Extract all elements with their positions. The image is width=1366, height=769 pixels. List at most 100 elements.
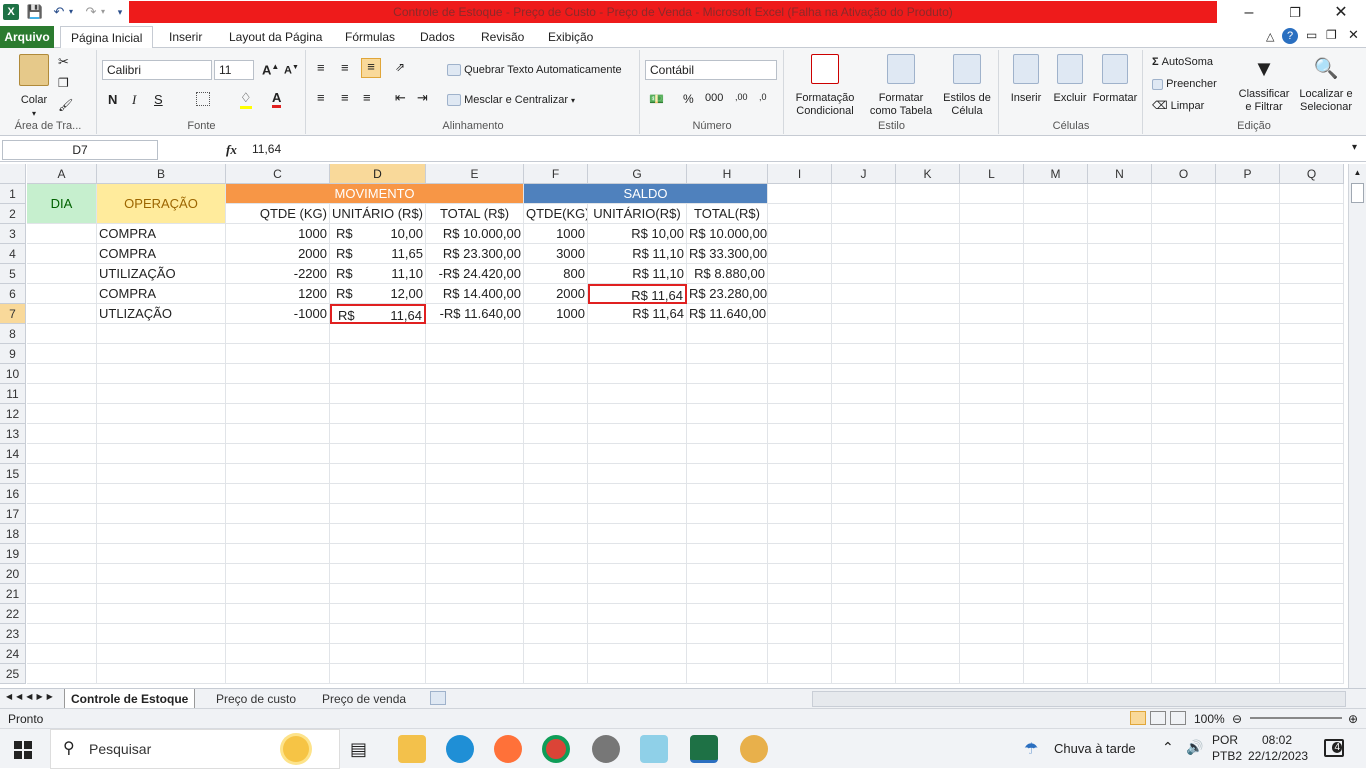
cell[interactable] — [226, 344, 330, 364]
page-break-view-icon[interactable] — [1170, 711, 1186, 725]
cell[interactable] — [27, 584, 97, 604]
copy-icon[interactable]: ❐ — [58, 76, 69, 90]
cell[interactable] — [1280, 444, 1344, 464]
cell[interactable] — [768, 464, 832, 484]
cell[interactable] — [1280, 244, 1344, 264]
operation-cell[interactable]: COMPRA — [97, 284, 226, 304]
cell[interactable] — [687, 604, 768, 624]
column-label[interactable]: QTDE (KG) — [226, 204, 330, 224]
cell[interactable] — [1152, 244, 1216, 264]
cell[interactable] — [1024, 264, 1088, 284]
cell[interactable] — [426, 644, 524, 664]
qtde-cell[interactable]: 2000 — [226, 244, 330, 264]
cell[interactable] — [1216, 664, 1280, 684]
cell[interactable] — [1280, 484, 1344, 504]
underline-button[interactable]: S — [154, 92, 163, 107]
cell[interactable] — [27, 384, 97, 404]
cell[interactable] — [1280, 344, 1344, 364]
cell[interactable] — [960, 444, 1024, 464]
cell[interactable] — [97, 664, 226, 684]
cell[interactable] — [960, 384, 1024, 404]
cell[interactable] — [832, 224, 896, 244]
fill-button[interactable]: Preencher — [1152, 74, 1217, 94]
cell[interactable] — [330, 404, 426, 424]
qtde-cell[interactable]: -1000 — [226, 304, 330, 324]
column-header-h[interactable]: H — [687, 164, 768, 184]
align-center-icon[interactable]: ≡ — [341, 90, 349, 105]
align-right-icon[interactable]: ≡ — [363, 90, 371, 105]
cell[interactable] — [1216, 644, 1280, 664]
cell[interactable] — [27, 424, 97, 444]
normal-view-icon[interactable] — [1130, 711, 1146, 725]
column-label[interactable]: TOTAL (R$) — [426, 204, 524, 224]
help-icon[interactable]: ? — [1282, 28, 1298, 44]
cell[interactable] — [1024, 644, 1088, 664]
cell[interactable] — [960, 324, 1024, 344]
shrink-font-icon[interactable]: A▼ — [284, 64, 299, 77]
tab-file[interactable]: Arquivo — [0, 26, 54, 48]
cell[interactable] — [960, 544, 1024, 564]
merge-center-button[interactable]: Mesclar e Centralizar ▾ — [447, 90, 575, 110]
cell[interactable] — [960, 364, 1024, 384]
taskbar-search[interactable]: ⚲ Pesquisar — [50, 729, 340, 769]
cell[interactable] — [97, 524, 226, 544]
operation-cell[interactable]: COMPRA — [97, 224, 226, 244]
cell[interactable] — [687, 504, 768, 524]
cell[interactable] — [1152, 364, 1216, 384]
cell[interactable] — [524, 424, 588, 444]
cell[interactable] — [896, 364, 960, 384]
cell[interactable] — [226, 564, 330, 584]
row-header-17[interactable]: 17 — [0, 504, 26, 524]
cell[interactable] — [1152, 204, 1216, 224]
cell[interactable] — [226, 544, 330, 564]
tab-data[interactable]: Dados — [410, 26, 465, 48]
cell[interactable] — [1088, 444, 1152, 464]
cell[interactable] — [832, 184, 896, 204]
cell[interactable] — [27, 364, 97, 384]
cell[interactable] — [1216, 244, 1280, 264]
column-header-g[interactable]: G — [588, 164, 687, 184]
total-cell[interactable]: -R$ 24.420,00 — [426, 264, 524, 284]
cell[interactable] — [832, 344, 896, 364]
cell[interactable] — [97, 444, 226, 464]
cell[interactable] — [1088, 504, 1152, 524]
decrease-indent-icon[interactable]: ⇤ — [395, 90, 406, 106]
cell[interactable] — [1088, 404, 1152, 424]
total-cell[interactable]: R$ 10.000,00 — [426, 224, 524, 244]
cell[interactable] — [768, 584, 832, 604]
column-header-m[interactable]: M — [1024, 164, 1088, 184]
sheet-tab-controle[interactable]: Controle de Estoque — [64, 689, 196, 709]
cell[interactable] — [426, 404, 524, 424]
column-header-a[interactable]: A — [27, 164, 97, 184]
cell[interactable] — [1152, 484, 1216, 504]
cell[interactable] — [896, 224, 960, 244]
cell[interactable] — [330, 664, 426, 684]
new-sheet-icon[interactable] — [430, 691, 446, 705]
cell[interactable] — [896, 324, 960, 344]
cell[interactable] — [1024, 524, 1088, 544]
column-label[interactable]: UNITÁRIO(R$) — [588, 204, 687, 224]
unit-cell[interactable]: R$ 12,00 — [330, 284, 426, 304]
row-header-6[interactable]: 6 — [0, 284, 26, 304]
cell[interactable] — [588, 664, 687, 684]
cell[interactable] — [1152, 444, 1216, 464]
column-header-f[interactable]: F — [524, 164, 588, 184]
cell[interactable] — [832, 564, 896, 584]
row-header-3[interactable]: 3 — [0, 224, 26, 244]
column-header-j[interactable]: J — [832, 164, 896, 184]
cell[interactable] — [524, 324, 588, 344]
cell[interactable] — [588, 584, 687, 604]
cell[interactable] — [588, 324, 687, 344]
cell[interactable] — [1216, 364, 1280, 384]
undo-dropdown-icon[interactable]: ▾ — [66, 3, 76, 21]
cell[interactable] — [226, 504, 330, 524]
cell[interactable] — [1152, 304, 1216, 324]
cell[interactable] — [687, 464, 768, 484]
cell[interactable] — [524, 344, 588, 364]
formula-input[interactable]: 11,64 — [248, 140, 1348, 160]
qtde-cell[interactable]: -2200 — [226, 264, 330, 284]
firefox-icon[interactable] — [494, 735, 522, 763]
cell[interactable] — [1280, 264, 1344, 284]
cell[interactable] — [960, 664, 1024, 684]
cell[interactable] — [1216, 504, 1280, 524]
